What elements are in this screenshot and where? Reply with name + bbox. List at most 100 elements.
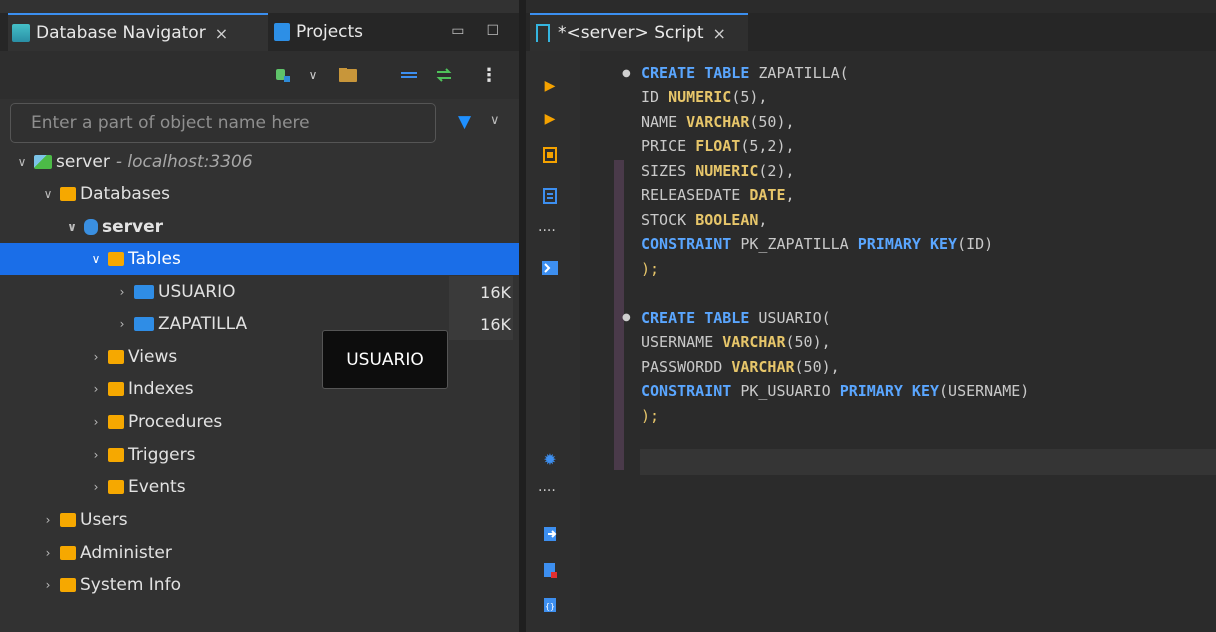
tab-database-navigator-label: Database Navigator [36, 23, 206, 43]
editor-action-sidebar: ▶ ▶ ···· ✹ ···· {} [526, 51, 580, 632]
code-line[interactable]: PRICE FLOAT(5,2), [641, 137, 795, 155]
filter-placeholder: Enter a part of object name here [31, 113, 310, 133]
execute-in-new-tab-icon[interactable]: ▶ [542, 111, 558, 127]
tree-item-label: Triggers [128, 445, 196, 465]
code-line[interactable]: CONSTRAINT PK_USUARIO PRIMARY KEY(USERNA… [641, 382, 1029, 400]
new-folder-icon[interactable] [337, 65, 361, 85]
databases-folder-icon [60, 187, 76, 201]
tree-item-label: Events [128, 477, 186, 497]
explain-plan-icon[interactable] [542, 188, 558, 204]
tree-item-label: Users [80, 510, 128, 530]
tree-item-triggers[interactable]: › Triggers [0, 439, 519, 471]
tab-projects-label: Projects [296, 22, 364, 42]
views-folder-icon [108, 350, 124, 364]
link-with-editor-icon[interactable] [433, 65, 455, 85]
collapsed-arrow-icon[interactable]: › [88, 350, 104, 364]
tree-item-administer[interactable]: › Administer [0, 537, 519, 569]
variables-icon[interactable]: {} [542, 597, 558, 613]
tree-item-table-usuario[interactable]: › USUARIO 16K [0, 276, 519, 308]
expanded-arrow-icon[interactable]: ∨ [88, 252, 104, 266]
chevron-down-icon[interactable]: ∨ [490, 113, 500, 128]
hover-tooltip: USUARIO [322, 330, 448, 389]
terminal-icon[interactable] [542, 260, 558, 276]
code-line[interactable]: STOCK BOOLEAN, [641, 211, 767, 229]
procedures-folder-icon [108, 415, 124, 429]
expanded-arrow-icon[interactable]: ∨ [64, 220, 80, 234]
separator-dots: ···· [538, 223, 556, 239]
close-icon[interactable]: × [215, 24, 228, 43]
administer-folder-icon [60, 546, 76, 560]
tree-item-server-connection[interactable]: ∨ server - localhost:3306 [0, 146, 519, 178]
indexes-folder-icon [108, 382, 124, 396]
tree-item-database-server[interactable]: ∨ server [0, 211, 519, 243]
settings-gear-icon[interactable]: ✹ [542, 450, 558, 469]
close-icon[interactable]: × [713, 24, 726, 43]
separator-dots: ···· [538, 483, 556, 499]
tree-item-label: Views [128, 347, 178, 367]
collapsed-arrow-icon[interactable]: › [40, 546, 56, 560]
code-line[interactable]: ); [641, 260, 659, 278]
table-icon [134, 285, 154, 299]
tree-item-tables[interactable]: ∨ Tables [0, 243, 519, 275]
filter-icon[interactable]: ▼ [458, 112, 471, 132]
tree-item-label: System Info [80, 575, 181, 595]
object-filter-input[interactable]: Enter a part of object name here [10, 103, 436, 143]
expanded-arrow-icon[interactable]: ∨ [14, 155, 30, 169]
collapsed-arrow-icon[interactable]: › [88, 415, 104, 429]
navigator-toolbar: ∨ ⋮ [0, 51, 519, 99]
code-line[interactable]: CONSTRAINT PK_ZAPATILLA PRIMARY KEY(ID) [641, 235, 993, 253]
tree-item-label: USUARIO [158, 282, 236, 302]
left-tab-bar: Database Navigator × Projects ▭ ☐ [0, 13, 519, 51]
code-line[interactable]: USERNAME VARCHAR(50), [641, 333, 831, 351]
code-line[interactable]: CREATE TABLE ZAPATILLA( [641, 64, 849, 82]
execute-script-icon[interactable] [542, 147, 558, 163]
connection-host: - localhost:3306 [115, 152, 253, 172]
tree-item-databases[interactable]: ∨ Databases [0, 178, 519, 210]
expanded-arrow-icon[interactable]: ∨ [40, 187, 56, 201]
new-connection-icon[interactable] [272, 65, 292, 85]
events-folder-icon [108, 480, 124, 494]
tree-item-label: Indexes [128, 379, 194, 399]
tree-item-label: Tables [128, 249, 181, 269]
database-icon [84, 219, 98, 235]
code-line[interactable]: RELEASEDATE DATE, [641, 186, 795, 204]
code-line[interactable]: NAME VARCHAR(50), [641, 113, 795, 131]
fold-marker-icon[interactable]: ● [622, 68, 631, 79]
collapsed-arrow-icon[interactable]: › [114, 285, 130, 299]
panel-splitter[interactable] [519, 0, 526, 632]
projects-icon [274, 23, 290, 41]
code-line[interactable]: PASSWORDD VARCHAR(50), [641, 358, 840, 376]
panel-window-buttons: ▭ ☐ [451, 23, 499, 39]
chevron-down-icon[interactable]: ∨ [306, 65, 320, 85]
tree-item-users[interactable]: › Users [0, 504, 519, 536]
code-line[interactable]: ID NUMERIC(5), [641, 88, 767, 106]
view-menu-icon[interactable]: ⋮ [480, 65, 498, 86]
collapsed-arrow-icon[interactable]: › [40, 578, 56, 592]
code-line[interactable]: SIZES NUMERIC(2), [641, 162, 795, 180]
maximize-icon[interactable]: ☐ [486, 23, 499, 39]
problems-icon[interactable] [542, 562, 558, 578]
tables-folder-icon [108, 252, 124, 266]
export-icon[interactable] [542, 526, 558, 542]
tab-sql-script[interactable]: *<server> Script × [530, 13, 748, 51]
execute-statement-icon[interactable]: ▶ [542, 78, 558, 94]
collapsed-arrow-icon[interactable]: › [88, 448, 104, 462]
collapsed-arrow-icon[interactable]: › [88, 382, 104, 396]
collapse-all-icon[interactable] [398, 65, 420, 85]
minimize-icon[interactable]: ▭ [451, 23, 464, 39]
tree-item-events[interactable]: › Events [0, 471, 519, 503]
tab-sql-script-label: *<server> Script [558, 23, 704, 43]
collapsed-arrow-icon[interactable]: › [88, 480, 104, 494]
tree-item-system-info[interactable]: › System Info [0, 569, 519, 601]
collapsed-arrow-icon[interactable]: › [114, 317, 130, 331]
tree-item-procedures[interactable]: › Procedures [0, 406, 519, 438]
tree-item-label: Databases [80, 184, 170, 204]
users-folder-icon [60, 513, 76, 527]
fold-marker-icon[interactable]: ● [622, 312, 631, 323]
current-line-highlight [640, 449, 1216, 475]
tab-projects[interactable]: Projects [272, 13, 363, 51]
tab-database-navigator[interactable]: Database Navigator × [8, 13, 268, 51]
collapsed-arrow-icon[interactable]: › [40, 513, 56, 527]
code-line[interactable]: ); [641, 407, 659, 425]
code-line[interactable]: CREATE TABLE USUARIO( [641, 309, 831, 327]
